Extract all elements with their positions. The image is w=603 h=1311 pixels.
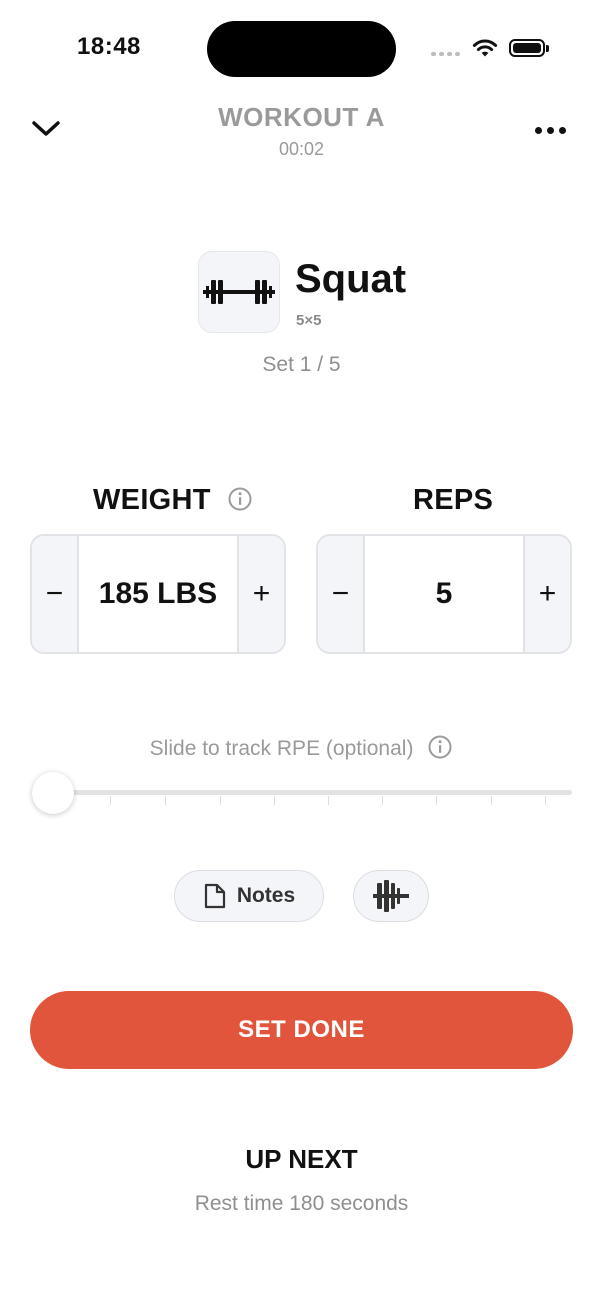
plates-icon [373,880,409,912]
reps-value[interactable]: 5 [365,536,523,652]
more-options-button[interactable] [528,120,572,140]
reps-stepper: − 5 + [316,534,572,654]
rpe-hint: Slide to track RPE (optional) [149,737,414,760]
rpe-tick [382,796,383,805]
weight-stepper: − 185 LBS + [30,534,286,654]
info-icon[interactable] [427,734,453,760]
rpe-tick [274,796,275,805]
weight-label: WEIGHT [93,484,211,516]
workout-header: WORKOUT A 00:02 [0,96,603,176]
weight-label-row: WEIGHT [93,484,253,517]
rpe-tick [545,796,546,805]
plates-button[interactable] [353,870,429,922]
set-counter: Set 1 / 5 [262,353,341,376]
document-icon [204,883,225,909]
wifi-icon [472,39,498,57]
barbell-icon [203,280,275,304]
rpe-slider-thumb[interactable] [32,772,74,814]
more-horizontal-icon [534,126,542,134]
cellular-signal-icon [431,52,460,56]
rpe-tick [491,796,492,805]
rpe-tick [328,796,329,805]
rpe-slider[interactable] [32,772,572,816]
battery-icon [509,39,549,57]
rest-time-text: Rest time 180 seconds [194,1192,409,1215]
exercise-thumbnail[interactable] [198,251,280,333]
rpe-hint-row: Slide to track RPE (optional) [0,734,603,761]
set-done-button[interactable]: SET DONE [30,991,573,1069]
status-time: 18:48 [77,33,141,60]
rpe-slider-track[interactable] [42,790,572,795]
weight-value[interactable]: 185 LBS [79,536,237,652]
status-bar: 18:48 [0,0,603,96]
reps-decrement-button[interactable]: − [318,536,365,652]
notes-label: Notes [236,884,296,907]
notes-button[interactable]: Notes [174,870,324,922]
dynamic-island [207,21,396,77]
reps-increment-button[interactable]: + [523,536,570,652]
reps-label: REPS [413,484,494,516]
exercise-name: Squat [295,257,407,301]
weight-decrement-button[interactable]: − [32,536,79,652]
rpe-tick [220,796,221,805]
up-next-title: UP NEXT [245,1144,358,1174]
workout-title: WORKOUT A [218,102,385,132]
weight-increment-button[interactable]: + [237,536,284,652]
info-icon[interactable] [227,486,253,512]
workout-timer: 00:02 [278,139,325,159]
rpe-tick [110,796,111,805]
rpe-tick [165,796,166,805]
rpe-tick [436,796,437,805]
exercise-scheme: 5×5 [296,312,322,329]
